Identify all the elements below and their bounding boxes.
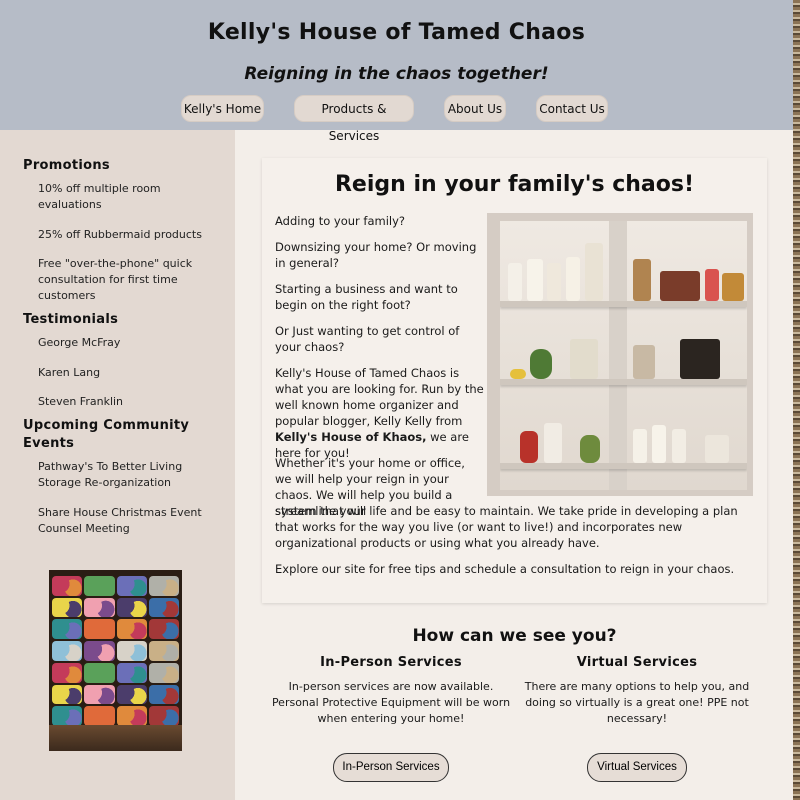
yarn-cubby [52,662,83,683]
yarn-cubby [52,619,83,640]
window-edge [793,0,800,800]
yarn-cubby [148,576,179,596]
promotion-item: 10% off multiple room evaluations [38,182,161,211]
yarn-cubby [52,576,83,596]
testimonial-item: George McFray [38,336,121,349]
nav-contact-us[interactable]: Contact Us [536,95,608,122]
intro-paragraph: Downsizing your home? Or moving in gener… [275,240,477,270]
yarn-cubby [84,684,115,705]
yarn-cubby [84,576,115,596]
virtual-description: There are many options to help you, and … [524,680,750,725]
yarn-cubby [84,641,115,661]
promotion-item: Free "over-the-phone" quick consultation… [38,257,193,302]
yarn-cubby [116,597,147,618]
intro-paragraph: streamline your life and be easy to main… [275,504,738,550]
nav-products-services[interactable]: Products & Services [294,95,414,143]
site-title: Kelly's House of Tamed Chaos [207,20,586,45]
yarn-cubby [116,684,147,705]
intro-paragraph: Explore our site for free tips and sched… [275,562,735,576]
yarn-cubby [84,597,115,618]
yarn-cubby [148,597,179,618]
pantry-shelves-photo [487,213,753,496]
yarn-cubby [116,576,147,596]
testimonial-item: Steven Franklin [38,395,124,408]
intro-paragraph: Kelly's House of Tamed Chaos is what you… [275,366,484,460]
yarn-cubby [52,684,83,705]
yarn-cubby [52,641,83,661]
yarn-cubby [52,597,83,618]
intro-paragraph: Or Just wanting to get control of your c… [275,324,460,354]
virtual-title: Virtual Services [576,655,698,670]
event-item: Pathway's To Better Living Storage Re-or… [38,460,183,489]
site-tagline: Reigning in the chaos together! [244,64,549,84]
yarn-cubby [148,641,179,661]
intro-paragraph: Starting a business and want to begin on… [275,282,458,312]
events-heading: Upcoming Community Events [23,418,190,451]
yarn-cubby-photo [49,570,182,751]
yarn-cubby [52,706,83,726]
nav-kellys-home[interactable]: Kelly's Home [181,95,264,122]
yarn-cubby [84,706,115,726]
in-person-services-button[interactable]: In-Person Services [333,753,449,782]
kellys-house-of-khaos-link: Kelly's House of Khaos, [275,430,427,444]
nav-about-us[interactable]: About Us [444,95,506,122]
in-person-title: In-Person Services [320,655,462,670]
intro-paragraph: Adding to your family? [275,214,406,228]
services-heading: How can we see you? [412,626,617,646]
event-item: Share House Christmas Event Counsel Meet… [38,506,202,535]
yarn-cubby [84,619,115,640]
yarn-cubby [116,706,147,726]
yarn-cubby [84,662,115,683]
promotions-heading: Promotions [23,158,110,173]
yarn-cubby [148,684,179,705]
sidebar: Promotions 10% off multiple room evaluat… [0,130,235,800]
yarn-cubby [116,641,147,661]
main-nav: Kelly's Home Products & Services About U… [0,95,793,143]
intro-title: Reign in your family's chaos! [334,172,694,197]
testimonials-heading: Testimonials [23,312,119,327]
yarn-cubby [116,662,147,683]
yarn-cubby [148,662,179,683]
testimonial-item: Karen Lang [38,366,101,379]
in-person-description: In-person services are now available. Pe… [271,680,511,725]
yarn-cubby [148,706,179,726]
yarn-cubby [116,619,147,640]
virtual-services-button[interactable]: Virtual Services [587,753,687,782]
promotion-item: 25% off Rubbermaid products [38,228,202,241]
yarn-cubby [148,619,179,640]
site-header: Kelly's House of Tamed Chaos Reigning in… [0,0,793,143]
